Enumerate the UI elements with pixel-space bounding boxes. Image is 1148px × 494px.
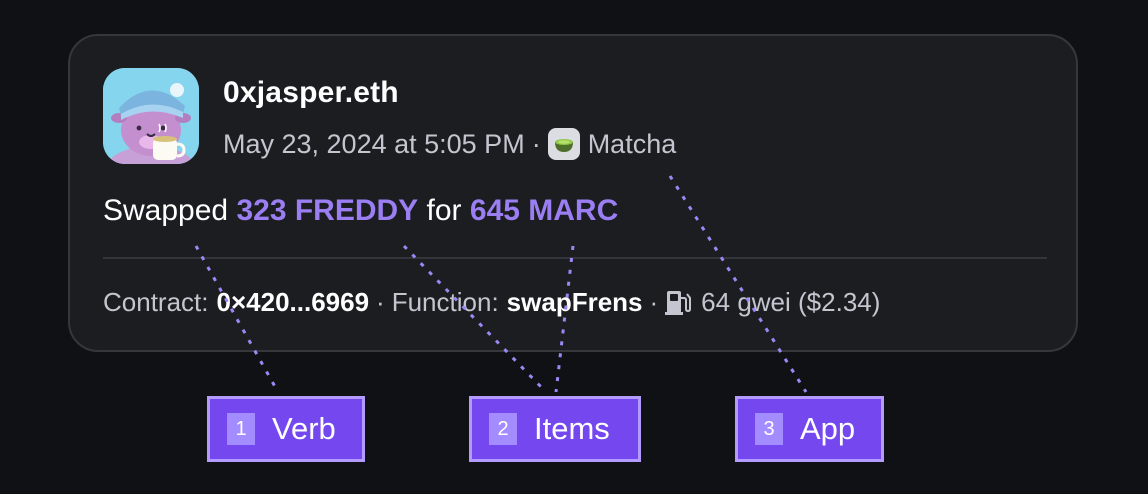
timestamp: May 23, 2024 at 5:05 PM	[223, 128, 525, 159]
annotation-app: 3 App	[735, 396, 884, 462]
event-meta: May 23, 2024 at 5:05 PM · Matcha	[223, 124, 676, 164]
fuel-pump-icon	[665, 288, 692, 316]
gas-fee: 64 gwei ($2.34)	[701, 286, 881, 317]
headline-connector: for	[426, 194, 462, 227]
annotation-number: 3	[755, 413, 783, 445]
card-divider	[103, 257, 1047, 259]
annotation-label: App	[800, 411, 856, 446]
meta-separator: ·	[531, 128, 541, 159]
annotation-label: Items	[534, 411, 610, 446]
annotation-number: 1	[227, 413, 255, 445]
username[interactable]: 0xjasper.eth	[223, 76, 399, 110]
user-avatar[interactable]	[103, 68, 199, 164]
annotation-items: 2 Items	[469, 396, 641, 462]
contract-label: Contract:	[103, 286, 209, 317]
activity-headline: Swapped 323 FREDDY for 645 MARC	[103, 194, 618, 228]
contract-address[interactable]: 0×420...6969	[217, 287, 370, 318]
annotation-number: 2	[489, 413, 517, 445]
details-separator: ·	[376, 286, 385, 317]
item-received[interactable]: 645 MARC	[470, 194, 618, 227]
item-sent[interactable]: 323 FREDDY	[236, 194, 418, 227]
function-label: Function:	[391, 286, 499, 317]
details-separator: ·	[649, 286, 659, 317]
avatar-illustration	[103, 68, 199, 164]
function-name[interactable]: swapFrens	[507, 287, 643, 318]
app-name[interactable]: Matcha	[588, 129, 677, 160]
transaction-details: Contract: 0×420...6969 · Function: swapF…	[103, 282, 880, 322]
stage: 0xjasper.eth May 23, 2024 at 5:05 PM · M…	[0, 0, 1148, 494]
activity-verb: Swapped	[103, 194, 229, 227]
matcha-bowl-icon	[547, 128, 580, 160]
transaction-card[interactable]: 0xjasper.eth May 23, 2024 at 5:05 PM · M…	[68, 34, 1078, 352]
annotation-verb: 1 Verb	[207, 396, 365, 462]
annotation-label: Verb	[272, 411, 336, 446]
